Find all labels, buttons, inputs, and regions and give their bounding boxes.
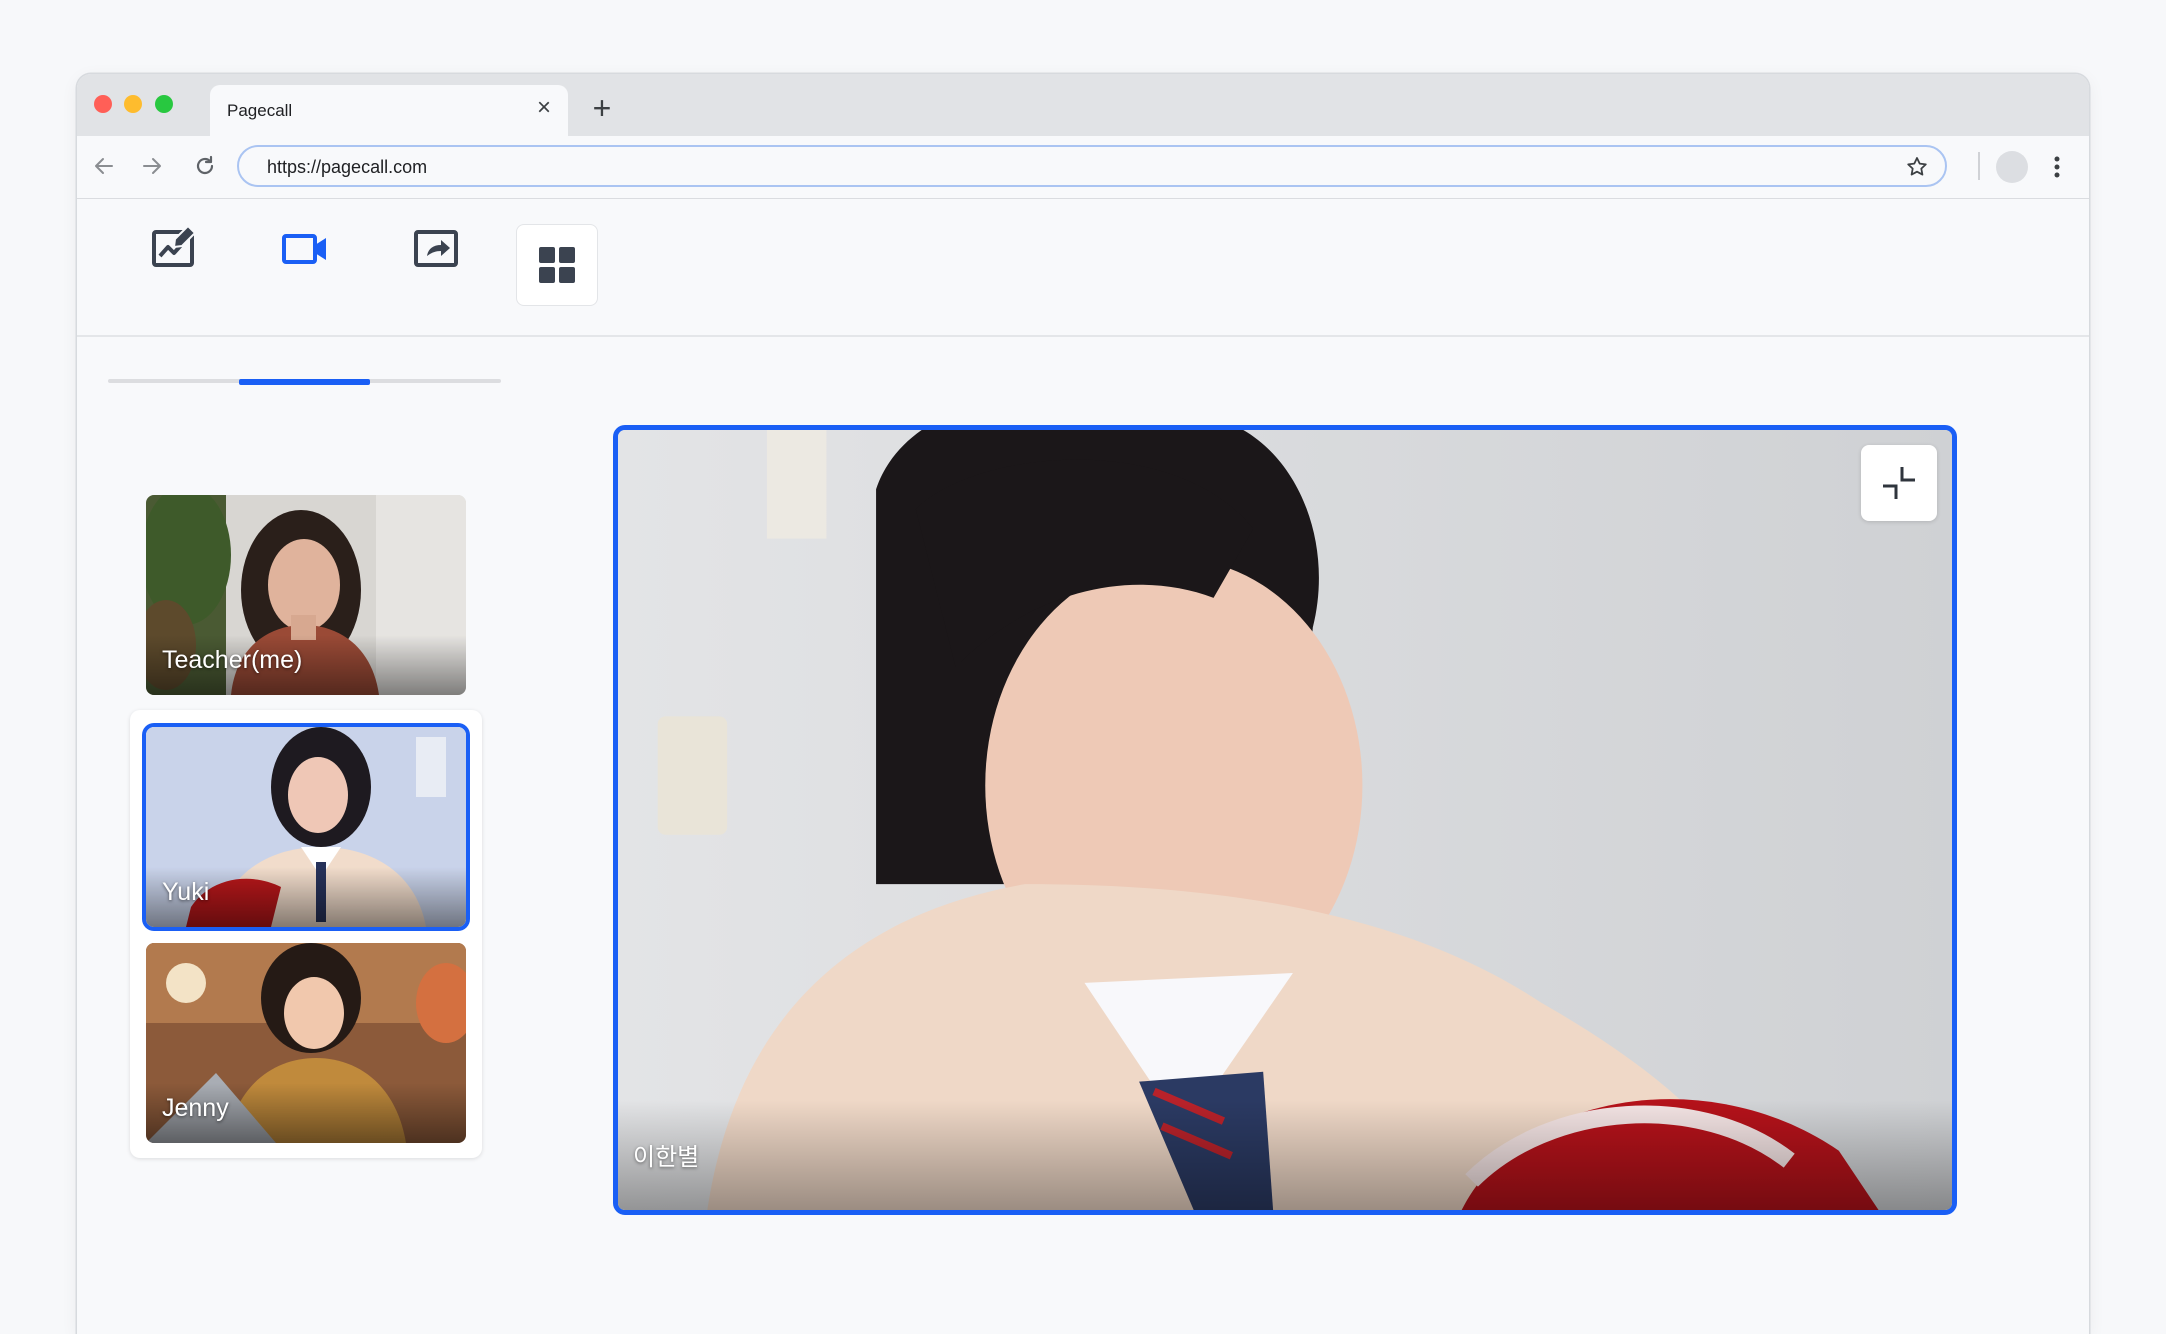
student-name-label: Yuki — [162, 878, 210, 906]
grid-layout-icon — [539, 247, 575, 283]
main-video-name-label: 이한별 — [633, 1144, 700, 1171]
browser-toolbar: https://pagecall.com — [77, 136, 2089, 199]
back-arrow-icon[interactable] — [89, 151, 119, 181]
tab-screen-share[interactable] — [370, 198, 501, 299]
student-video-tile-yuki[interactable]: Yuki — [146, 727, 466, 927]
new-tab-button[interactable]: + — [587, 92, 617, 124]
close-window-button[interactable] — [94, 95, 112, 113]
forward-arrow-icon[interactable] — [137, 151, 167, 181]
browser-tab[interactable]: Pagecall × — [210, 85, 568, 136]
whiteboard-icon — [151, 224, 196, 267]
minimize-video-button[interactable] — [1861, 445, 1937, 521]
active-tab-indicator — [239, 379, 370, 385]
maximize-window-button[interactable] — [155, 95, 173, 113]
reload-icon[interactable] — [190, 151, 220, 181]
close-tab-icon[interactable]: × — [532, 96, 556, 120]
video-camera-icon — [281, 233, 326, 264]
url-text: https://pagecall.com — [267, 157, 428, 177]
browser-window: Pagecall × + https://pagecall.com Teache… — [77, 74, 2089, 1334]
student-video-tile-jenny[interactable]: Jenny — [146, 943, 466, 1143]
tab-title: Pagecall — [227, 101, 293, 120]
toolbar-divider — [1978, 152, 1980, 180]
tab-strip: Pagecall × + — [77, 74, 2089, 136]
main-video-image — [618, 430, 1952, 1210]
tab-video[interactable] — [239, 198, 370, 299]
bookmark-star-icon[interactable] — [1905, 155, 1929, 179]
student-name-label: Jenny — [162, 1094, 229, 1122]
teacher-video-tile[interactable]: Teacher(me) — [146, 495, 466, 695]
address-bar[interactable]: https://pagecall.com — [237, 145, 1947, 187]
minimize-icon — [1883, 467, 1915, 499]
profile-avatar[interactable] — [1996, 151, 2028, 183]
video-gradient — [618, 1100, 1952, 1210]
main-video-stage[interactable]: 이한별 — [613, 425, 1957, 1215]
screen-share-icon — [413, 229, 458, 267]
more-menu-icon[interactable] — [2047, 151, 2067, 183]
grid-layout-button[interactable] — [516, 224, 598, 306]
minimize-window-button[interactable] — [124, 95, 142, 113]
tab-whiteboard[interactable] — [108, 198, 239, 299]
app-toolbar — [77, 198, 2089, 385]
teacher-name-label: Teacher(me) — [162, 646, 303, 674]
